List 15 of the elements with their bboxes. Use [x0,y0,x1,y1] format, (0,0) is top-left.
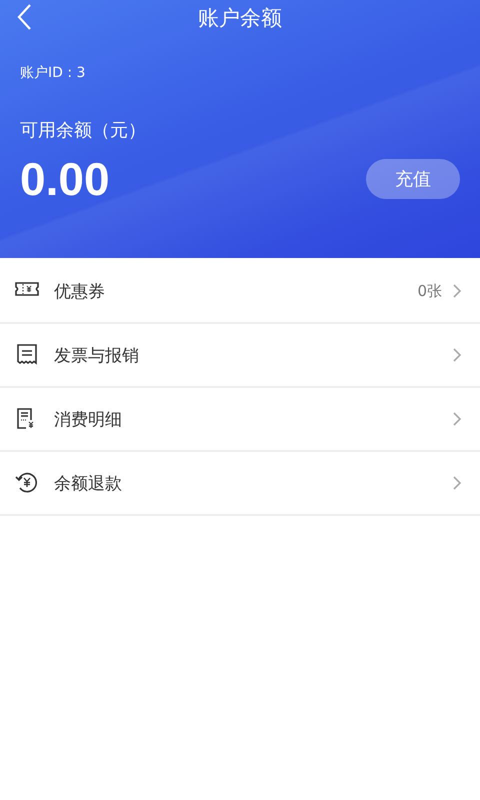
chevron-right-icon [452,475,462,491]
menu-item[interactable]: 余额退款 [0,452,480,516]
page-title: 账户余额 [198,5,282,32]
coupon-count: 0张 [417,282,442,300]
balance-label: 可用余额（元） [20,119,147,142]
refund-icon [14,471,40,495]
menu-item[interactable]: 发票与报销 [0,324,480,388]
receipt-icon [14,343,40,367]
menu-item[interactable]: 优惠券 0张 [0,260,480,324]
menu-item[interactable]: 消费明细 [0,388,480,452]
balance-amount: 0.00 [20,152,110,206]
chevron-right-icon [452,347,462,363]
chevron-right-icon [452,411,462,427]
account-id: 账户ID : 3 [20,64,86,82]
chevron-right-icon [452,283,462,299]
